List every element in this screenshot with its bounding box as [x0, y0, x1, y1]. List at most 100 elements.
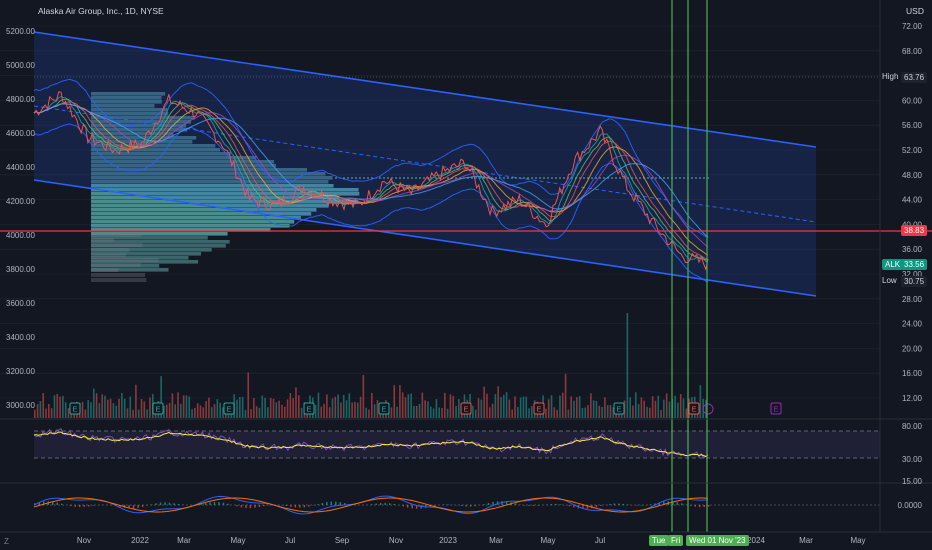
- volume-bar: [429, 406, 432, 418]
- volume-bar: [95, 393, 98, 418]
- macd-histogram-bar: [56, 502, 58, 505]
- currency-label[interactable]: USD: [906, 6, 924, 16]
- volume-bar: [679, 394, 682, 418]
- volume-bar: [292, 398, 294, 418]
- volume-bar: [340, 402, 342, 418]
- macd-histogram-bar: [177, 504, 180, 505]
- volume-bar: [486, 393, 488, 418]
- time-marker-wed: Wed 01 Nov '23: [686, 535, 749, 546]
- earnings-marker-label: E: [463, 405, 468, 414]
- volume-bar: [244, 409, 247, 418]
- macd-histogram-bar: [74, 505, 76, 507]
- volume-bar: [171, 393, 174, 418]
- macd-histogram-bar: [555, 503, 557, 505]
- volume-bar: [399, 385, 401, 418]
- volume-bar: [191, 409, 193, 418]
- volume-bar: [651, 396, 654, 418]
- volume-bar: [508, 399, 511, 418]
- volume-bar: [413, 405, 415, 418]
- volume-bar: [581, 408, 584, 418]
- volume-bar: [514, 396, 516, 418]
- high-value-tag: 63.76: [901, 72, 928, 83]
- macd-histogram-bar: [379, 503, 382, 505]
- macd-histogram-bar: [308, 505, 310, 507]
- macd-histogram-bar: [168, 502, 171, 505]
- symbol-title[interactable]: Alaska Air Group, Inc., 1D, NYSE: [38, 6, 164, 16]
- price-tick: 24.00: [902, 320, 923, 329]
- macd-histogram-bar: [330, 501, 333, 505]
- macd-histogram-bar: [609, 503, 611, 505]
- volume-bar: [418, 404, 421, 418]
- volume-bar: [149, 397, 151, 418]
- volume-bar: [241, 396, 244, 418]
- volume-bar: [247, 372, 250, 418]
- volume-bar: [326, 394, 328, 418]
- volume-bar: [576, 397, 578, 418]
- chart-canvas[interactable]: E E E E E E E E E E Nov 2022 Mar May Jul Sep Nov 2023 Mar…: [0, 0, 932, 550]
- volume-bar: [649, 407, 651, 418]
- volume-bar: [427, 401, 429, 418]
- left-tick: 3400.00: [6, 333, 35, 342]
- macd-histogram-bar: [83, 505, 85, 507]
- volume-bar: [323, 403, 325, 418]
- macd-histogram-bar: [681, 503, 683, 505]
- volume-bar: [609, 404, 612, 418]
- macd-histogram-bar: [640, 505, 643, 506]
- macd-histogram-bar: [155, 503, 157, 505]
- volume-bar: [401, 392, 404, 418]
- volume-bar: [573, 400, 575, 418]
- volume-bar: [295, 387, 297, 418]
- macd-histogram-bar: [622, 503, 625, 505]
- volume-bar: [219, 402, 221, 418]
- macd-histogram-bar: [321, 502, 324, 505]
- hline-value-tag[interactable]: 38.83: [901, 225, 928, 236]
- left-tick: 4200.00: [6, 197, 35, 206]
- volume-bar: [570, 396, 572, 418]
- volume-bar: [118, 398, 120, 418]
- macd-histogram-bar: [245, 505, 247, 508]
- macd-histogram-bar: [222, 502, 225, 505]
- volume-bar: [216, 399, 219, 418]
- macd-histogram-bar: [249, 505, 252, 509]
- volume-bar: [564, 373, 567, 418]
- macd-histogram-bar: [537, 505, 539, 506]
- macd-histogram-bar: [384, 502, 386, 505]
- volume-bar: [115, 405, 118, 418]
- volume-bar: [140, 399, 143, 418]
- time-tick: Jul: [595, 536, 605, 545]
- volume-bar: [202, 407, 205, 418]
- volume-bar: [64, 402, 67, 418]
- macd-histogram-bar: [442, 504, 445, 505]
- macd-histogram-bar: [240, 505, 243, 508]
- volume-bar: [472, 405, 474, 418]
- left-tick: 3200.00: [6, 367, 35, 376]
- macd-histogram-bar: [699, 505, 701, 508]
- macd-histogram-bar: [164, 502, 166, 505]
- price-tick: 20.00: [902, 344, 923, 353]
- volume-bar: [488, 407, 491, 418]
- macd-histogram-bar: [69, 505, 72, 507]
- volume-bar: [112, 403, 115, 418]
- time-tick: 2024: [747, 536, 765, 545]
- macd-histogram-bar: [514, 503, 517, 505]
- volume-bar: [53, 395, 56, 418]
- macd-histogram-bar: [209, 502, 211, 505]
- volume-profile-bar-low: [91, 243, 143, 247]
- volume-bar: [84, 409, 87, 418]
- volume-bar: [578, 396, 581, 418]
- volume-bar: [250, 408, 252, 418]
- volume-bar: [587, 405, 589, 418]
- volume-bar: [393, 385, 396, 418]
- volume-bar: [87, 400, 89, 418]
- macd-histogram-bar: [559, 504, 562, 505]
- macd-histogram-bar: [78, 505, 81, 508]
- macd-histogram-bar: [483, 504, 485, 505]
- volume-bar: [81, 401, 84, 418]
- volume-bar: [174, 404, 177, 418]
- rsi-tick: 80.00: [902, 422, 923, 431]
- earnings-marker-label: E: [536, 405, 541, 414]
- macd-histogram-bar: [460, 505, 463, 507]
- macd-histogram-bar: [294, 505, 297, 508]
- volume-bar: [42, 393, 45, 418]
- volume-bar: [432, 408, 435, 418]
